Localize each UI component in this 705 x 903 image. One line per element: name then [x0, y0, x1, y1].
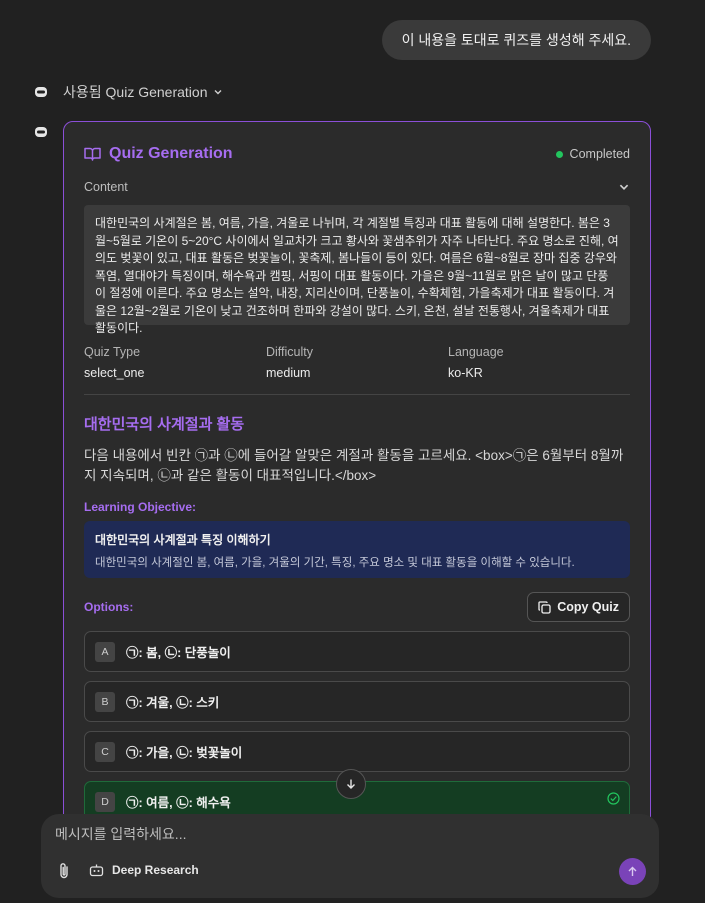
- status-badge: Completed: [555, 147, 630, 161]
- meta-quiz-type: Quiz Type select_one: [84, 345, 266, 380]
- deep-research-label: Deep Research: [112, 863, 199, 877]
- option-text: ㉠: 겨울, ㉡: 스키: [126, 696, 220, 710]
- option-b[interactable]: B ㉠: 겨울, ㉡: 스키: [84, 681, 630, 722]
- option-c[interactable]: C ㉠: 가을, ㉡: 벚꽃놀이: [84, 731, 630, 772]
- tool-used-toggle[interactable]: 사용됨 Quiz Generation: [63, 82, 223, 102]
- scroll-down-button[interactable]: [336, 769, 366, 799]
- quiz-title: 대한민국의 사계절과 활동: [84, 416, 245, 433]
- paperclip-icon[interactable]: [57, 862, 71, 880]
- option-text: ㉠: 봄, ㉡: 단풍놀이: [126, 646, 231, 660]
- meta-value: ko-KR: [448, 366, 483, 380]
- copy-quiz-label: Copy Quiz: [557, 600, 619, 614]
- option-letter: A: [95, 641, 115, 662]
- option-letter: D: [95, 791, 115, 812]
- copy-icon: [538, 600, 551, 614]
- option-text: ㉠: 여름, ㉡: 해수욕: [126, 796, 231, 810]
- tool-used-label: 사용됨 Quiz Generation: [63, 84, 208, 100]
- assistant-avatar-icon: [34, 86, 48, 98]
- send-button[interactable]: [619, 858, 646, 885]
- message-input[interactable]: [55, 824, 615, 844]
- content-label: Content: [84, 180, 128, 194]
- status-text: Completed: [569, 147, 630, 161]
- deep-research-button[interactable]: Deep Research: [89, 863, 199, 877]
- copy-quiz-button[interactable]: Copy Quiz: [527, 592, 630, 622]
- chevron-down-icon: [619, 184, 629, 190]
- meta-value: medium: [266, 366, 311, 380]
- check-circle-icon: [607, 792, 620, 805]
- learning-objective-title: 대한민국의 사계절과 특징 이해하기: [95, 533, 271, 547]
- robot-icon: [89, 864, 104, 877]
- chevron-down-icon: [214, 90, 222, 95]
- card-title: Quiz Generation: [109, 145, 233, 162]
- assistant-avatar-icon: [34, 126, 48, 138]
- arrow-up-icon: [628, 866, 637, 876]
- options-label: Options:: [84, 600, 134, 614]
- option-a[interactable]: A ㉠: 봄, ㉡: 단풍놀이: [84, 631, 630, 672]
- option-text: ㉠: 가을, ㉡: 벚꽃놀이: [126, 746, 243, 760]
- quiz-meta: Quiz Type select_one Difficulty medium L…: [84, 345, 630, 380]
- content-toggle[interactable]: Content: [84, 180, 630, 194]
- meta-language: Language ko-KR: [448, 345, 630, 380]
- option-letter: C: [95, 741, 115, 762]
- meta-difficulty: Difficulty medium: [266, 345, 448, 380]
- option-letter: B: [95, 691, 115, 712]
- content-text: 대한민국의 사계절은 봄, 여름, 가을, 겨울로 나뉘며, 각 계절별 특징과…: [84, 205, 630, 335]
- learning-objective-desc: 대한민국의 사계절인 봄, 여름, 가을, 겨울의 기간, 특징, 주요 명소 …: [95, 557, 575, 569]
- learning-objective-label: Learning Objective:: [84, 500, 197, 514]
- meta-label: Language: [448, 345, 504, 359]
- quiz-generation-card: Quiz Generation Completed Content 대한민국의 …: [63, 121, 651, 841]
- arrow-down-icon: [347, 779, 355, 789]
- user-message: 이 내용을 토대로 퀴즈를 생성해 주세요.: [381, 20, 651, 60]
- divider: [84, 394, 630, 395]
- quiz-question: 다음 내용에서 빈칸 ㉠과 ㉡에 들어갈 알맞은 계절과 활동을 고르세요. <…: [84, 448, 624, 483]
- message-composer: Deep Research: [41, 814, 659, 898]
- meta-label: Quiz Type: [84, 345, 141, 359]
- book-icon: [84, 147, 101, 161]
- learning-objective-box: 대한민국의 사계절과 특징 이해하기 대한민국의 사계절인 봄, 여름, 가을,…: [84, 521, 630, 578]
- status-dot-icon: [555, 150, 563, 158]
- meta-label: Difficulty: [266, 345, 314, 359]
- meta-value: select_one: [84, 366, 145, 380]
